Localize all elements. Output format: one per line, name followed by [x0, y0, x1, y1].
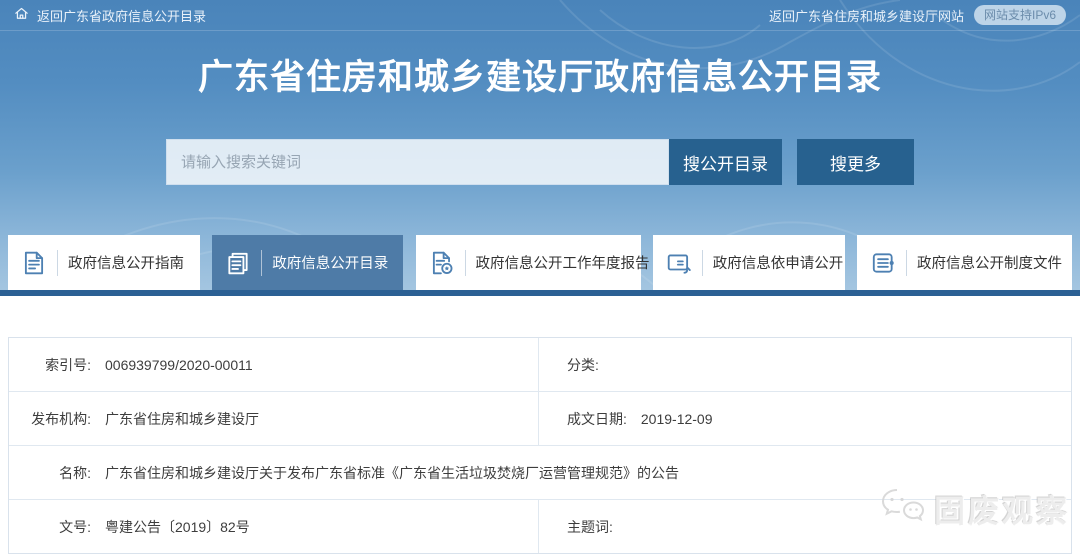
document-name-label: 名称:	[9, 463, 91, 483]
document-name-value: 广东省住房和城乡建设厅关于发布广东省标准《广东省生活垃圾焚烧厂运营管理规范》的公…	[105, 463, 679, 483]
back-to-dept-site-link[interactable]: 返回广东省住房和城乡建设厅网站	[769, 6, 964, 25]
tab-divider	[261, 250, 262, 276]
search-input[interactable]	[166, 139, 669, 185]
annual-report-icon	[429, 250, 455, 276]
policy-file-icon	[870, 250, 896, 276]
issue-date-value: 2019-12-09	[641, 411, 713, 427]
category-label: 分类:	[567, 355, 599, 375]
issuing-agency-label: 发布机构:	[9, 409, 91, 429]
search-bar: 搜公开目录 搜更多	[0, 139, 1080, 185]
search-more-button[interactable]: 搜更多	[797, 139, 914, 185]
keywords-cell: 主题词:	[538, 500, 1071, 553]
tab-apply-disclosure[interactable]: 政府信息依申请公开	[653, 235, 845, 290]
index-number-label: 索引号:	[9, 355, 91, 375]
home-icon	[14, 6, 29, 24]
search-catalog-button[interactable]: 搜公开目录	[669, 139, 782, 185]
document-number-cell: 文号: 粤建公告〔2019〕82号	[9, 500, 538, 553]
document-number-label: 文号:	[9, 517, 91, 537]
table-row-index-category: 索引号: 006939799/2020-00011 分类:	[9, 338, 1071, 391]
tab-divider	[57, 250, 58, 276]
tab-divider	[702, 250, 703, 276]
tab-label: 政府信息公开目录	[272, 252, 388, 273]
keywords-label: 主题词:	[567, 517, 613, 537]
tab-label: 政府信息公开工作年度报告	[476, 252, 650, 273]
document-detail-table: 索引号: 006939799/2020-00011 分类: 发布机构: 广东省住…	[8, 337, 1072, 554]
issue-date-cell: 成文日期: 2019-12-09	[538, 392, 1071, 445]
tab-gov-info-catalog[interactable]: 政府信息公开目录	[212, 235, 403, 290]
document-name-cell: 名称: 广东省住房和城乡建设厅关于发布广东省标准《广东省生活垃圾焚烧厂运营管理规…	[9, 446, 1071, 499]
guide-document-icon	[21, 250, 47, 276]
tab-bar: 政府信息公开指南 政府信息公开目录	[8, 235, 1072, 290]
issue-date-label: 成文日期:	[567, 409, 627, 429]
header-bottom-bar	[0, 290, 1080, 296]
content-area: 索引号: 006939799/2020-00011 分类: 发布机构: 广东省住…	[0, 296, 1080, 556]
page-title: 广东省住房和城乡建设厅政府信息公开目录	[0, 57, 1080, 99]
catalog-documents-icon	[225, 250, 251, 276]
tab-label: 政府信息公开指南	[68, 252, 184, 273]
table-row-name: 名称: 广东省住房和城乡建设厅关于发布广东省标准《广东省生活垃圾焚烧厂运营管理规…	[9, 445, 1071, 499]
issuing-agency-value: 广东省住房和城乡建设厅	[105, 409, 259, 429]
index-number-cell: 索引号: 006939799/2020-00011	[9, 338, 538, 391]
back-to-gov-directory-link[interactable]: 返回广东省政府信息公开目录	[14, 6, 206, 25]
category-cell: 分类:	[538, 338, 1071, 391]
page: 返回广东省政府信息公开目录 返回广东省住房和城乡建设厅网站 网站支持IPv6 广…	[0, 0, 1080, 556]
table-row-agency-date: 发布机构: 广东省住房和城乡建设厅 成文日期: 2019-12-09	[9, 391, 1071, 445]
tab-policy-files[interactable]: 政府信息公开制度文件	[857, 235, 1072, 290]
tab-divider	[465, 250, 466, 276]
tab-gov-info-guide[interactable]: 政府信息公开指南	[8, 235, 200, 290]
topbar-right: 返回广东省住房和城乡建设厅网站 网站支持IPv6	[769, 5, 1066, 25]
back-to-gov-directory-label: 返回广东省政府信息公开目录	[37, 6, 206, 25]
index-number-value: 006939799/2020-00011	[105, 357, 253, 373]
apply-disclosure-icon	[666, 250, 692, 276]
issuing-agency-cell: 发布机构: 广东省住房和城乡建设厅	[9, 392, 538, 445]
document-number-value: 粤建公告〔2019〕82号	[105, 517, 250, 537]
tab-divider	[906, 250, 907, 276]
header-banner: 返回广东省政府信息公开目录 返回广东省住房和城乡建设厅网站 网站支持IPv6 广…	[0, 0, 1080, 296]
tab-annual-report[interactable]: 政府信息公开工作年度报告	[416, 235, 641, 290]
topbar: 返回广东省政府信息公开目录 返回广东省住房和城乡建设厅网站 网站支持IPv6	[0, 0, 1080, 31]
tab-label: 政府信息依申请公开	[713, 252, 844, 273]
ipv6-support-badge: 网站支持IPv6	[974, 5, 1066, 25]
table-row-docnum-keywords: 文号: 粤建公告〔2019〕82号 主题词:	[9, 499, 1071, 553]
tab-label: 政府信息公开制度文件	[917, 252, 1062, 273]
